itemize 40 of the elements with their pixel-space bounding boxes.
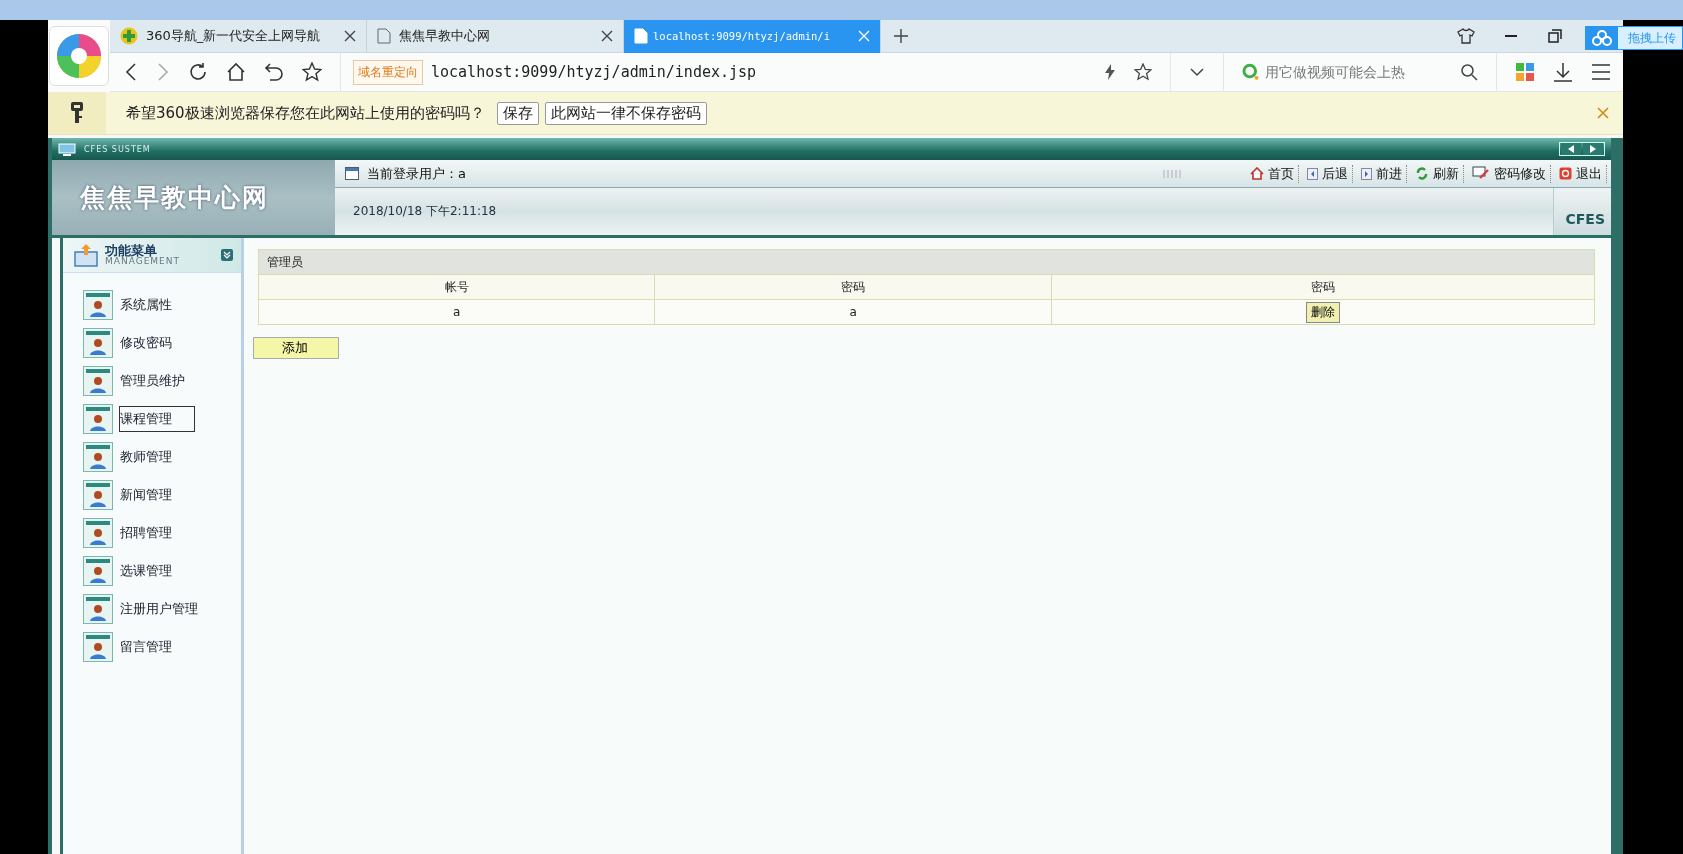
datetime-text: 2018/10/18 下午2:11:18 bbox=[353, 203, 497, 220]
menu-item[interactable]: 系统属性 bbox=[119, 292, 195, 318]
nav-link[interactable]: 后退 bbox=[1307, 164, 1353, 183]
menu-subtitle: MANAGEMENT bbox=[105, 257, 180, 266]
menu-item[interactable]: 课程管理 bbox=[119, 406, 195, 432]
add-button[interactable]: 添加 bbox=[253, 337, 339, 359]
tab-title: 焦焦早教中心网 bbox=[399, 27, 491, 45]
menu-item[interactable]: 留言管理 bbox=[119, 634, 195, 660]
nav-link[interactable]: 前进 bbox=[1361, 164, 1407, 183]
menu-item[interactable]: 招聘管理 bbox=[119, 520, 195, 546]
prompt-button[interactable]: 此网站一律不保存密码 bbox=[544, 101, 707, 125]
column-header: 帐号 bbox=[258, 274, 655, 300]
nav-link[interactable]: 密码修改 bbox=[1472, 164, 1551, 183]
address-field[interactable]: localhost:9099/htyzj/admin/index.jsp bbox=[431, 63, 757, 81]
panel-title: 管理员 bbox=[258, 249, 1595, 275]
tab-title: localhost:9099/htyzj/admin/i bbox=[653, 30, 831, 42]
table-cell: a bbox=[654, 299, 1052, 325]
menu-item[interactable]: 选课管理 bbox=[119, 558, 195, 584]
nav-link[interactable]: 刷新 bbox=[1415, 164, 1464, 183]
column-header: 密码 bbox=[1051, 274, 1595, 300]
browser-tab[interactable]: 360导航_新一代安全上网导航 bbox=[110, 20, 367, 53]
menu-item[interactable]: 注册用户管理 bbox=[119, 596, 221, 622]
prompt-button[interactable]: 保存 bbox=[496, 101, 539, 125]
search-field[interactable]: 用它做视频可能会上热 bbox=[1242, 63, 1442, 81]
nav-link[interactable]: 首页 bbox=[1250, 164, 1299, 183]
current-user-label: 当前登录用户：a bbox=[367, 164, 466, 183]
delete-button[interactable]: 删除 bbox=[1305, 301, 1340, 323]
save-password-prompt: 希望360极速浏览器保存您在此网站上使用的密码吗？ bbox=[126, 103, 485, 123]
window-title: CFES SUSTEM bbox=[84, 144, 151, 154]
site-name: 焦焦早教中心网 bbox=[80, 182, 269, 214]
column-header: 密码 bbox=[654, 274, 1052, 300]
menu-item[interactable]: 管理员维护 bbox=[119, 368, 208, 394]
menu-title: 功能菜单 bbox=[105, 244, 157, 257]
brand-label: CFES bbox=[1552, 188, 1611, 235]
nav-link[interactable]: 退出 bbox=[1559, 164, 1607, 183]
table-cell: a bbox=[258, 299, 655, 325]
menu-item[interactable]: 新闻管理 bbox=[119, 482, 195, 508]
tab-title: 360导航_新一代安全上网导航 bbox=[146, 27, 322, 45]
menu-item[interactable]: 教师管理 bbox=[119, 444, 195, 470]
menu-item[interactable]: 修改密码 bbox=[119, 330, 195, 356]
